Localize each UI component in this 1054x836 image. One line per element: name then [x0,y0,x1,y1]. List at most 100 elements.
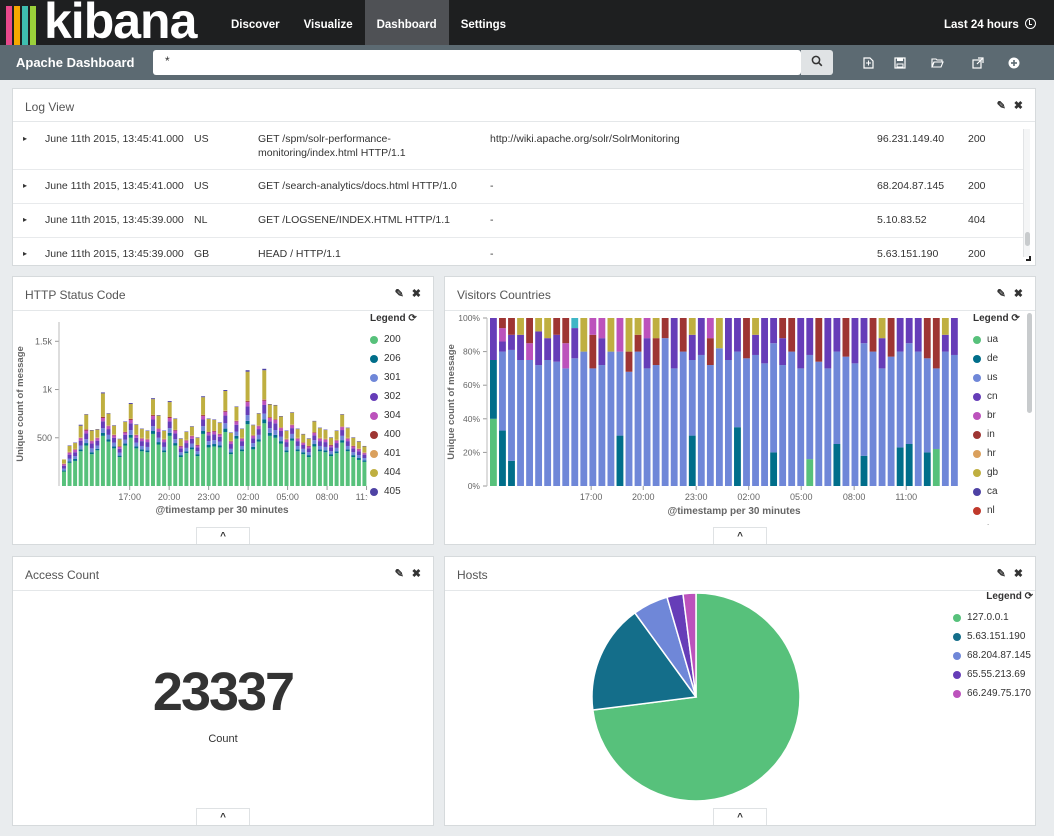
bar-segment[interactable] [189,447,194,450]
bar-segment[interactable] [508,349,515,461]
bar-segment[interactable] [262,368,267,371]
bar-segment[interactable] [151,416,155,420]
bar-segment[interactable] [178,452,183,456]
bar-segment[interactable] [317,438,322,442]
bar-segment[interactable] [156,444,161,486]
bar-segment[interactable] [842,318,850,357]
bar-segment[interactable] [139,441,144,446]
bar-segment[interactable] [134,448,139,486]
bar-segment[interactable] [706,338,714,366]
bar-segment[interactable] [201,426,206,432]
bar-segment[interactable] [896,318,904,352]
bar-segment[interactable] [240,451,244,486]
bar-segment[interactable] [78,424,83,426]
bar-segment[interactable] [553,334,561,362]
bar-segment[interactable] [234,431,239,436]
bar-segment[interactable] [634,318,642,335]
bar-segment[interactable] [284,439,289,443]
legend-item[interactable]: kr [973,520,1029,525]
bar-segment[interactable] [167,402,172,417]
bar-segment[interactable] [245,420,250,425]
bar-segment[interactable] [89,430,94,441]
bar-segment[interactable] [312,440,317,445]
bar-segment[interactable] [256,439,261,442]
bar-segment[interactable] [833,318,841,352]
bar-segment[interactable] [896,447,904,486]
legend-item[interactable]: 200 [370,330,430,349]
bar-segment[interactable] [306,448,311,453]
bar-segment[interactable] [112,446,117,449]
bar-segment[interactable] [743,358,750,486]
bar-segment[interactable] [139,438,144,442]
bar-segment[interactable] [553,318,561,335]
bar-segment[interactable] [351,457,356,486]
bar-segment[interactable] [73,460,78,486]
close-icon[interactable]: ✖ [1014,568,1023,580]
bar-segment[interactable] [167,435,172,486]
bar-segment[interactable] [234,435,239,439]
bar-segment[interactable] [84,430,89,434]
bar-segment[interactable] [295,449,300,452]
bar-segment[interactable] [652,365,660,486]
bar-segment[interactable] [62,464,66,466]
bar-segment[interactable] [317,441,322,446]
bar-segment[interactable] [267,404,272,418]
bar-segment[interactable] [117,439,122,446]
bar-segment[interactable] [278,443,283,486]
bar-segment[interactable] [535,318,543,332]
bar-segment[interactable] [62,470,66,472]
countries-legend[interactable]: Legend ⟳ ua de us cn br in hr gb ca nl kr [973,313,1029,525]
bar-segment[interactable] [652,318,660,339]
bar-segment[interactable] [334,453,339,486]
bar-segment[interactable] [245,370,250,372]
bar-segment[interactable] [273,419,278,424]
bar-segment[interactable] [490,360,497,419]
bar-segment[interactable] [256,426,261,430]
legend-item[interactable]: 401 [370,444,430,463]
bar-segment[interactable] [89,452,94,455]
bar-segment[interactable] [499,430,506,486]
bar-segment[interactable] [245,415,250,421]
bar-segment[interactable] [217,441,222,446]
bar-segment[interactable] [128,423,133,431]
bar-segment[interactable] [544,360,552,486]
bar-segment[interactable] [362,460,367,462]
bar-segment[interactable] [195,445,200,448]
bar-segment[interactable] [526,343,533,360]
bar-segment[interactable] [117,455,122,458]
bar-segment[interactable] [89,454,94,486]
bar-segment[interactable] [688,435,696,486]
search-button[interactable] [801,50,833,75]
bar-segment[interactable] [334,440,339,444]
bar-segment[interactable] [73,449,78,453]
bar-segment[interactable] [824,318,832,369]
bar-segment[interactable] [173,443,178,446]
bar-segment[interactable] [78,445,83,450]
bar-segment[interactable] [517,334,524,360]
bar-segment[interactable] [228,432,233,441]
bar-segment[interactable] [145,446,150,451]
bar-segment[interactable] [184,453,189,486]
bar-segment[interactable] [206,432,211,436]
bar-segment[interactable] [295,451,300,486]
bar-segment[interactable] [356,449,361,452]
bar-segment[interactable] [223,423,228,429]
bar-segment[interactable] [100,392,105,394]
bar-segment[interactable] [833,444,841,486]
bar-segment[interactable] [598,338,606,366]
collapse-chevron-icon[interactable]: ^ [713,808,767,825]
bar-segment[interactable] [128,434,133,438]
bar-segment[interactable] [134,437,139,443]
bar-segment[interactable] [932,449,940,486]
legend-item[interactable]: cn [973,387,1029,406]
bar-segment[interactable] [156,431,161,438]
bar-segment[interactable] [84,433,89,440]
bar-segment[interactable] [923,452,931,486]
bar-segment[interactable] [206,435,211,442]
collapse-chevron-icon[interactable]: ^ [713,527,767,544]
bar-segment[interactable] [95,429,100,438]
expand-arrow-icon[interactable]: ▸ [23,249,27,258]
bar-segment[interactable] [905,318,913,344]
bar-segment[interactable] [267,435,272,486]
bar-segment[interactable] [508,460,515,486]
